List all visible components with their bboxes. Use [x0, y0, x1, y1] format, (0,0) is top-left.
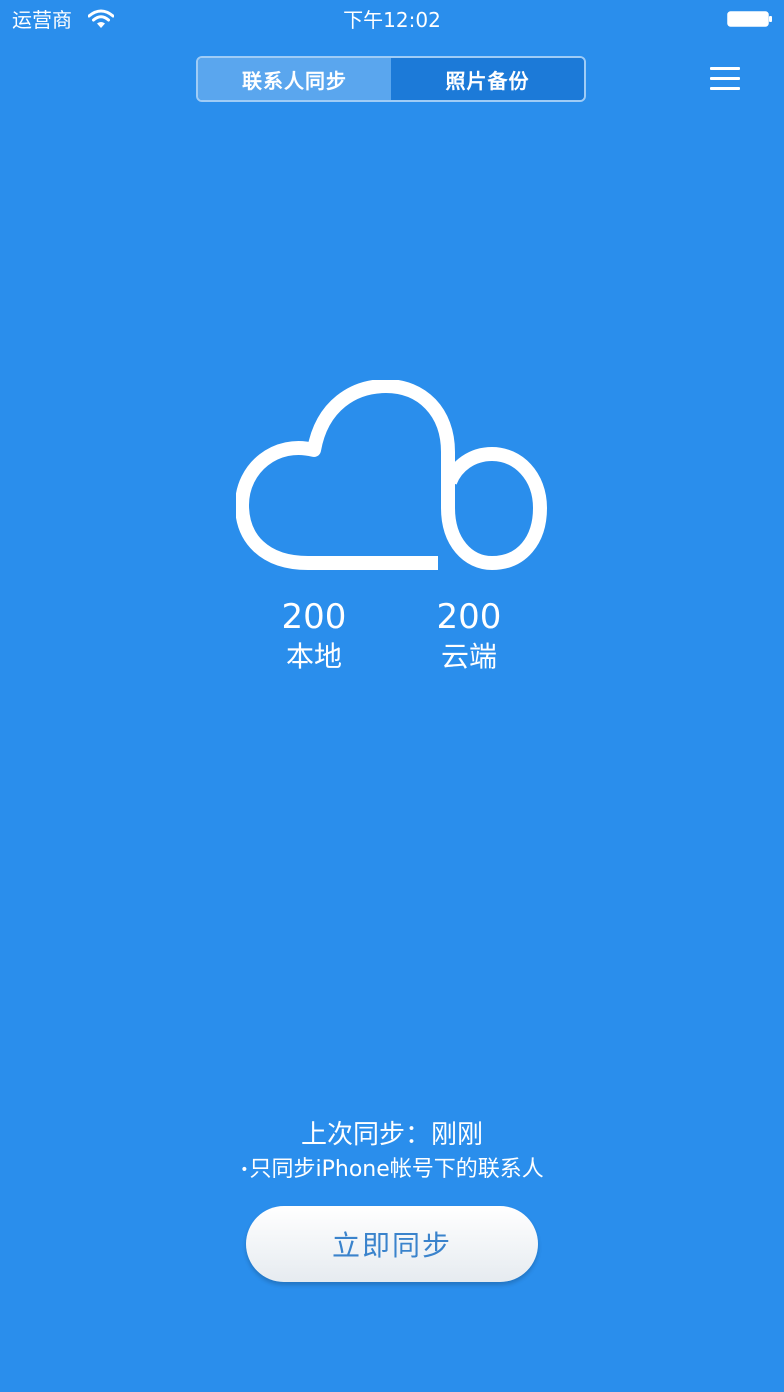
cloud-count: 200	[436, 597, 502, 637]
sync-now-button[interactable]: 立即同步	[246, 1206, 538, 1282]
status-bar: 运营商 下午12:02	[0, 0, 784, 40]
note-text: 只同步iPhone帐号下的联系人	[249, 1157, 544, 1182]
cloud-stat: 200 云端	[399, 597, 539, 675]
battery-icon	[727, 11, 772, 27]
local-stat: 200 本地	[244, 597, 384, 675]
cloud-icon	[236, 380, 547, 570]
tab-contacts-sync[interactable]: 联系人同步	[198, 58, 391, 100]
tab-photo-backup[interactable]: 照片备份	[391, 58, 584, 100]
menu-icon[interactable]	[708, 64, 742, 94]
segmented-control: 联系人同步 照片备份	[196, 56, 586, 102]
cloud-label: 云端	[440, 640, 497, 673]
local-label: 本地	[285, 640, 342, 673]
sync-note: •只同步iPhone帐号下的联系人	[0, 1155, 784, 1185]
status-time: 下午12:02	[343, 8, 441, 32]
last-sync-text: 上次同步：刚刚	[300, 1120, 483, 1150]
local-count: 200	[281, 597, 347, 637]
note-bullet: •	[240, 1162, 249, 1178]
